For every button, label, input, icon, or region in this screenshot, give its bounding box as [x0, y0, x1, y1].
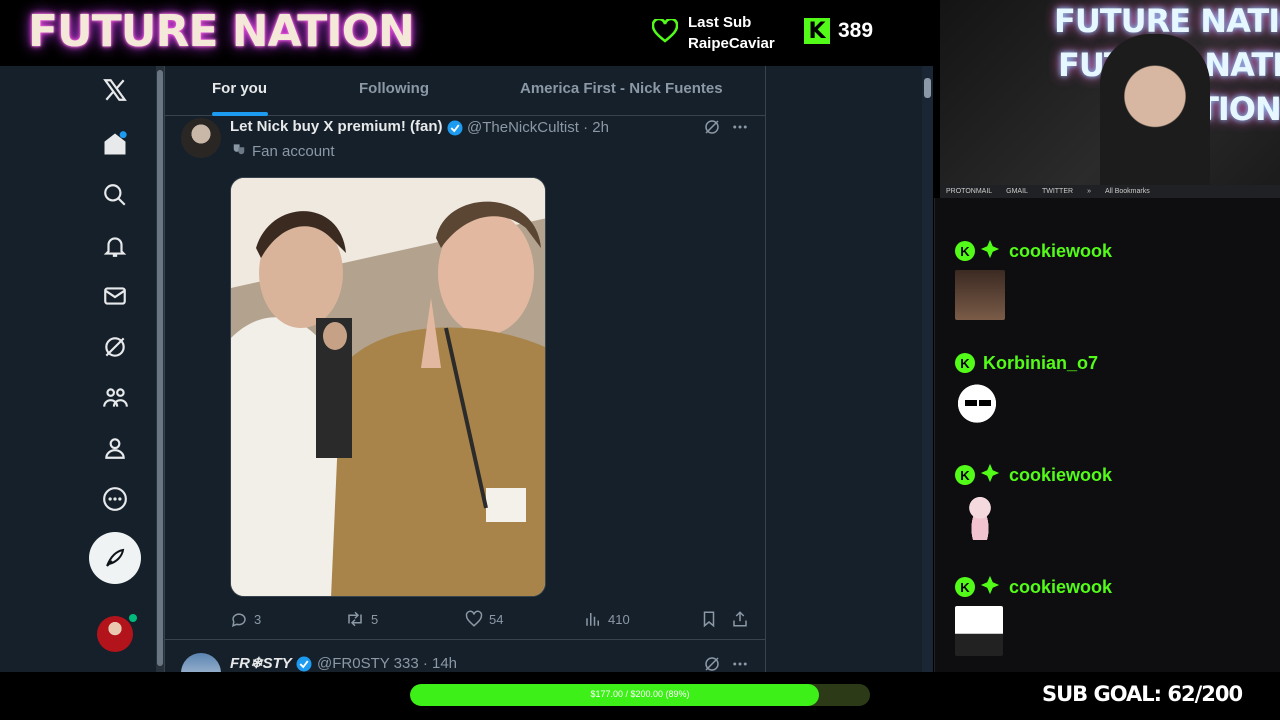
bookmark-twitter[interactable]: TWITTER: [1042, 188, 1073, 195]
share-button[interactable]: [731, 610, 749, 628]
reply-count: 3: [254, 611, 262, 627]
subscriber-badge-icon: K: [955, 241, 975, 261]
donation-goal-progress: $177.00 / $200.00 (89%): [410, 684, 870, 706]
profile-icon[interactable]: [88, 426, 142, 470]
messages-mail-icon[interactable]: [88, 274, 142, 318]
tweet-author-avatar[interactable]: [181, 118, 221, 158]
grok-explain-icon[interactable]: [703, 118, 721, 141]
chat-message: K Korbinian_o7: [955, 352, 1275, 430]
post-compose-icon[interactable]: [89, 532, 141, 584]
timeline-feed: For you Following America First - Nick F…: [164, 66, 766, 672]
heart-icon: [651, 17, 679, 48]
chat-message: K cookiewook: [955, 238, 1275, 320]
tweet-author-name[interactable]: Let Nick buy X premium! (fan): [230, 118, 443, 135]
communities-icon[interactable]: [88, 376, 142, 420]
chat-emote: [955, 270, 1005, 320]
last-sub-widget: Last Sub RaipeCaviar: [651, 12, 775, 54]
chat-username[interactable]: Korbinian_o7: [983, 353, 1098, 374]
viewer-count-widget: K 389: [804, 18, 873, 44]
tweet-author-name[interactable]: FR❄STY: [230, 654, 292, 672]
all-bookmarks[interactable]: All Bookmarks: [1105, 188, 1150, 195]
view-count: 410: [608, 611, 630, 627]
notifications-bell-icon[interactable]: [88, 224, 142, 268]
subscriber-badge-icon: K: [955, 465, 975, 485]
repost-button[interactable]: 5: [345, 610, 378, 628]
chat-username[interactable]: cookiewook: [1009, 577, 1112, 598]
tweet-author-avatar[interactable]: [181, 653, 221, 672]
grok-explain-icon[interactable]: [703, 655, 721, 672]
tab-for-you[interactable]: For you: [212, 80, 267, 97]
views-button[interactable]: 410: [584, 610, 630, 628]
fan-account-text: Fan account: [252, 142, 335, 160]
streamer: [1100, 34, 1210, 198]
verified-badge-icon: [295, 655, 313, 672]
bookmark-protonmail[interactable]: PROTONMAIL: [946, 188, 992, 195]
page-scrollbar[interactable]: [922, 66, 933, 672]
future-nation-logo: FUTURE NATION: [28, 6, 415, 57]
chat-emote: [955, 382, 999, 430]
more-icon[interactable]: [88, 477, 142, 521]
webcam-feed: FUTURE NATION FUTURE NATION NATION PROTO…: [940, 0, 1280, 198]
like-count: 54: [489, 611, 504, 627]
last-sub-name: RaipeCaviar: [688, 35, 775, 52]
tab-america-first-list[interactable]: America First - Nick Fuentes: [520, 80, 723, 97]
timeline-tabs: For you Following America First - Nick F…: [165, 66, 765, 116]
subscriber-badge-icon: K: [955, 577, 975, 597]
subscriber-badge-icon: K: [955, 353, 975, 373]
chat-message: K cookiewook: [955, 574, 1275, 656]
chat-emote: [965, 494, 995, 540]
browser-bookmarks-bar: PROTONMAIL GMAIL TWITTER » All Bookmarks: [940, 185, 1280, 198]
grok-icon[interactable]: [88, 325, 142, 369]
bookmark-button[interactable]: [700, 610, 718, 628]
fan-account-label: Fan account: [232, 142, 335, 160]
repost-count: 5: [371, 611, 379, 627]
chat-message: K cookiewook: [955, 462, 1275, 540]
bookmark-gmail[interactable]: GMAIL: [1006, 188, 1028, 195]
tweet-handle-time[interactable]: @FR0STY 333 · 14h: [317, 655, 457, 672]
stream-bottom-bar: $177.00 / $200.00 (89%) SUB GOAL: 62/200: [0, 672, 1280, 720]
verified-badge-icon: [446, 119, 464, 142]
tweet-actions: 3 5 54 410: [230, 610, 750, 630]
more-options-icon[interactable]: [731, 118, 749, 141]
tab-following[interactable]: Following: [359, 80, 429, 97]
account-avatar[interactable]: [88, 612, 142, 656]
chat-username[interactable]: cookiewook: [1009, 465, 1112, 486]
tweet-video[interactable]: [230, 177, 546, 597]
sub-goal-text: SUB GOAL: 62/200: [1042, 682, 1243, 706]
kick-logo-icon: K: [804, 18, 830, 44]
bookmarks-overflow[interactable]: »: [1087, 188, 1091, 195]
viewer-count: 389: [838, 19, 874, 42]
stream-top-bar: FUTURE NATION Last Sub RaipeCaviar K 389: [0, 0, 940, 66]
tweet[interactable]: Let Nick buy X premium! (fan) @TheNickCu…: [165, 116, 765, 640]
kick-chat: K cookiewook K Korbinian_o7 K cookiewook…: [934, 198, 1280, 672]
chat-emote: [955, 606, 1003, 656]
more-options-icon[interactable]: [731, 655, 749, 672]
gift-badge-icon: [979, 574, 1001, 601]
tweet-handle-time[interactable]: @TheNickCultist · 2h: [467, 119, 609, 136]
gift-badge-icon: [979, 238, 1001, 265]
x-web-app: For you Following America First - Nick F…: [0, 66, 933, 672]
progress-text: $177.00 / $200.00 (89%): [590, 689, 690, 699]
home-icon[interactable]: [88, 122, 142, 166]
chat-username[interactable]: cookiewook: [1009, 241, 1112, 262]
left-scrollbar[interactable]: [156, 66, 164, 672]
x-side-nav: [88, 66, 142, 672]
theater-masks-icon: [232, 142, 246, 160]
x-logo-icon[interactable]: [88, 68, 142, 112]
tweet[interactable]: FR❄STY @FR0STY 333 · 14h: [165, 641, 765, 672]
reply-button[interactable]: 3: [230, 610, 261, 628]
gift-badge-icon: [979, 462, 1001, 489]
last-sub-label: Last Sub: [688, 14, 752, 31]
like-button[interactable]: 54: [465, 610, 503, 628]
search-icon[interactable]: [88, 173, 142, 217]
